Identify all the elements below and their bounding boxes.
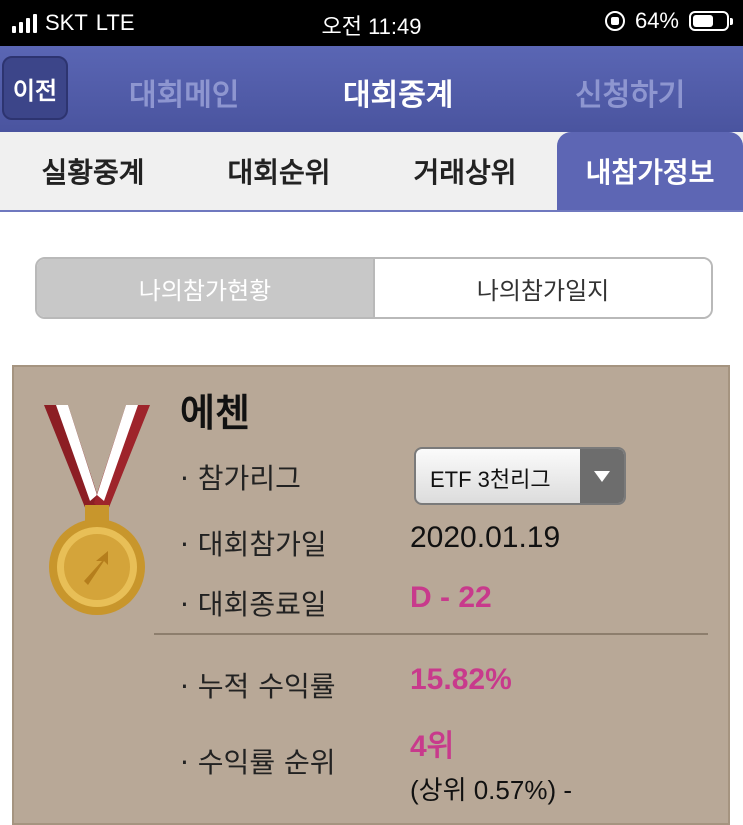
- card-divider: [154, 633, 708, 635]
- screen-lock-icon: [604, 11, 625, 31]
- tab-ranking[interactable]: 대회순위: [186, 132, 372, 210]
- tab-top-trades[interactable]: 거래상위: [372, 132, 558, 210]
- league-select[interactable]: ETF 3천리그: [414, 447, 626, 505]
- tab-bar: 실황중계 대회순위 거래상위 내참가정보: [0, 132, 743, 212]
- status-right: 64%: [604, 8, 733, 34]
- dropdown-arrow-icon: [580, 449, 624, 503]
- segment-control: 나의참가현황 나의참가일지: [35, 257, 713, 319]
- back-button[interactable]: 이전: [2, 56, 68, 120]
- tab-live[interactable]: 실황중계: [0, 132, 186, 210]
- nav-item-main[interactable]: 대회메인: [129, 70, 239, 114]
- return-rank-label: · 수익률 순위: [180, 746, 336, 779]
- medal-icon: [44, 405, 150, 615]
- battery-percent: 64%: [634, 8, 679, 33]
- rank-percentile: (상위 0.57%) -: [410, 775, 572, 805]
- nav-item-broadcast[interactable]: 대회중계: [343, 70, 453, 114]
- user-name: 에첸: [180, 391, 250, 435]
- end-date-label: · 대회종료일: [180, 588, 327, 621]
- cumulative-return-value: 15.82%: [410, 663, 512, 696]
- join-date-label: · 대회참가일: [180, 528, 327, 561]
- segment-my-journal[interactable]: 나의참가일지: [373, 259, 711, 317]
- end-date-value: D - 22: [410, 581, 492, 614]
- status-bar: SKT LTE 오전 11:49 64%: [0, 0, 743, 46]
- return-rank-value: 4위: [410, 730, 455, 763]
- league-select-value: ETF 3천리그: [430, 467, 551, 492]
- cumulative-return-label: · 누적 수익률: [180, 670, 336, 703]
- top-nav-bar: 이전 대회메인 대회중계 신청하기: [0, 46, 743, 132]
- join-date-value: 2020.01.19: [410, 521, 561, 554]
- league-label: · 참가리그: [180, 462, 301, 495]
- participation-card: 에첸 · 참가리그 ETF 3천리그 · 대회참가일 2020.01.19 · …: [12, 365, 730, 825]
- nav-item-apply[interactable]: 신청하기: [575, 70, 685, 114]
- battery-icon: [689, 11, 733, 31]
- segment-my-status[interactable]: 나의참가현황: [37, 259, 373, 317]
- tab-my-info[interactable]: 내참가정보: [557, 132, 743, 210]
